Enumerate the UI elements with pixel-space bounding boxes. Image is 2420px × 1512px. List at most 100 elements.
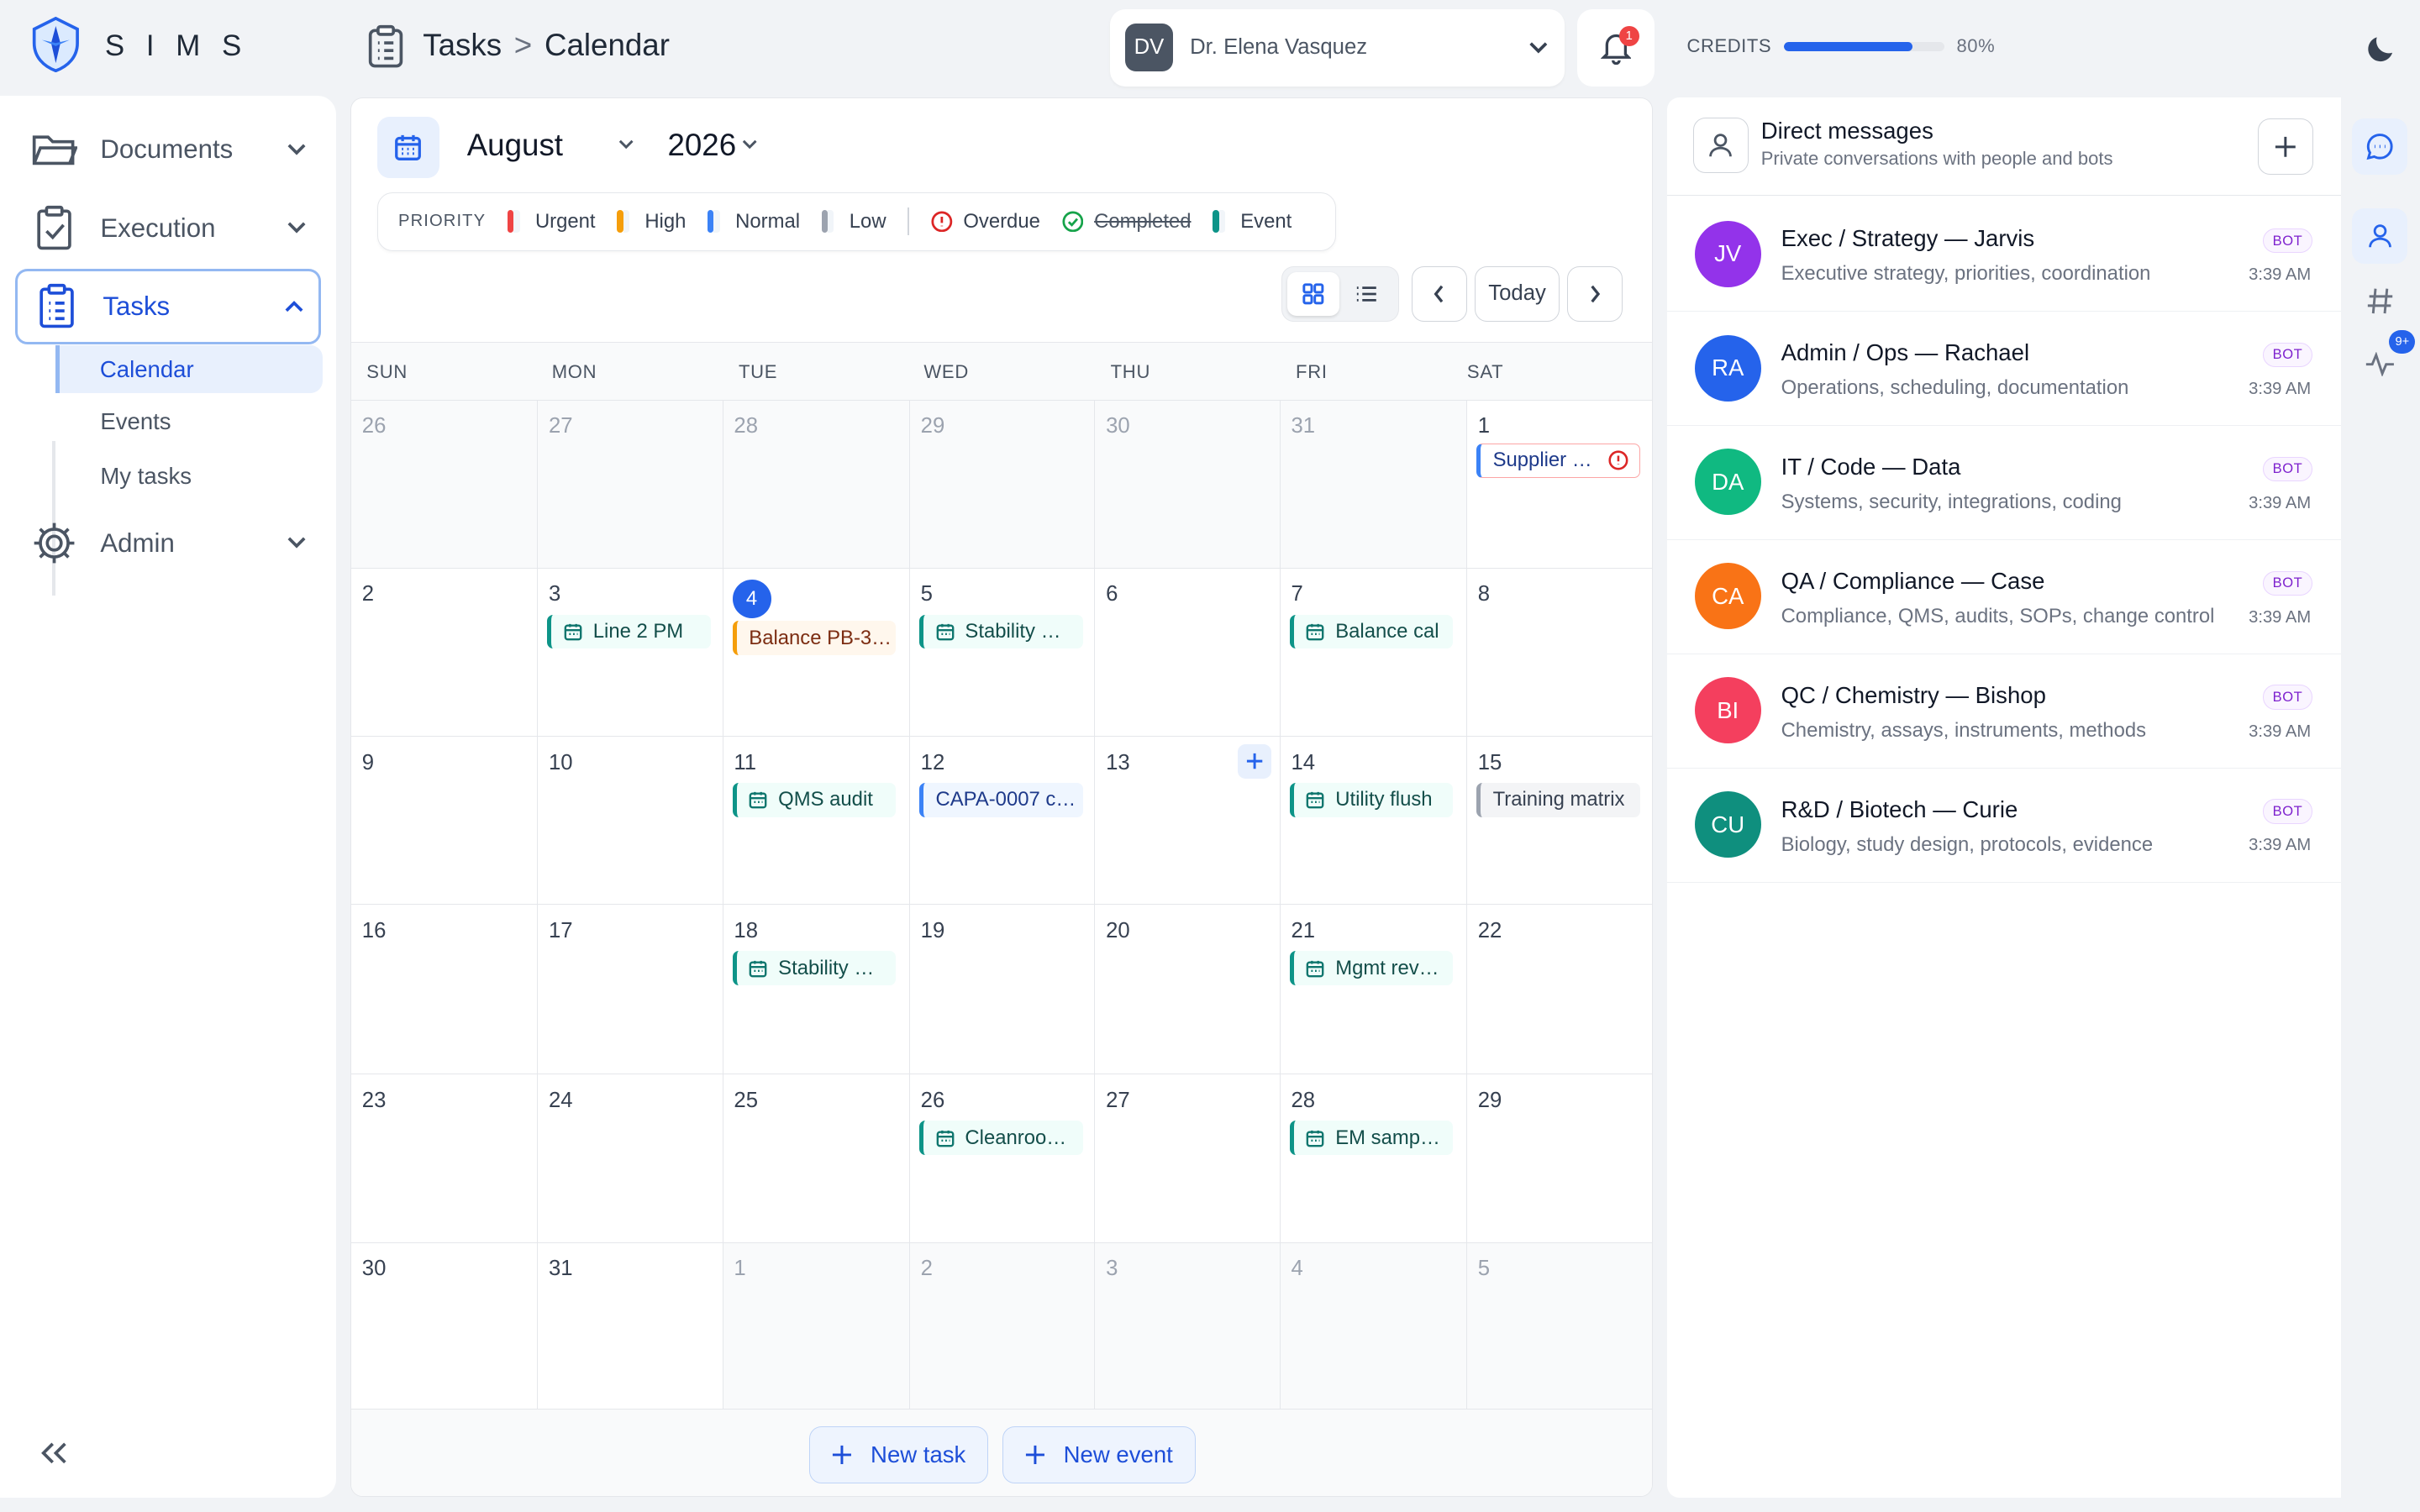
chat-item-data[interactable]: DA IT / Code — Data Systems, security, i…	[1666, 426, 2342, 540]
day-cell[interactable]: 30	[350, 1242, 539, 1410]
day-number: 29	[920, 414, 945, 438]
day-cell[interactable]: 27	[538, 400, 723, 569]
calendar-event[interactable]: Balance cal	[1289, 615, 1454, 649]
day-cell[interactable]: 31	[538, 1242, 723, 1410]
day-cell[interactable]: 2	[909, 1242, 1096, 1410]
rail-chat-button[interactable]	[2352, 118, 2408, 175]
day-cell[interactable]: 1 Supplier …	[1466, 400, 1653, 569]
day-cell[interactable]: 20	[1095, 905, 1281, 1075]
day-cell[interactable]: 3 Line 2 PM	[538, 568, 723, 738]
day-cell[interactable]: 16	[350, 905, 539, 1075]
day-cell[interactable]: 17	[538, 905, 723, 1075]
sidebar-item-label: Execution	[100, 213, 216, 243]
day-cell[interactable]: 29	[1466, 1074, 1653, 1243]
day-cell[interactable]: 31	[1280, 400, 1467, 569]
day-cell[interactable]: 26	[350, 400, 539, 569]
day-cell[interactable]: 10	[538, 737, 723, 906]
new-event-button[interactable]: New event	[1002, 1426, 1196, 1484]
day-cell[interactable]: 4	[1280, 1242, 1467, 1410]
calendar-event[interactable]: Line 2 PM	[547, 615, 711, 649]
month-select[interactable]: August	[467, 128, 634, 163]
day-cell[interactable]: 13	[1095, 737, 1281, 906]
legend-divider	[908, 207, 910, 236]
day-cell[interactable]: 1	[723, 1242, 910, 1410]
day-cell[interactable]: 25	[723, 1074, 910, 1243]
day-cell[interactable]: 18 Stability …	[723, 905, 910, 1075]
moon-icon[interactable]	[2365, 31, 2398, 65]
add-to-day-button[interactable]	[1238, 744, 1272, 779]
breadcrumb-tasks[interactable]: Tasks	[423, 28, 502, 63]
day-cell[interactable]: 22	[1466, 905, 1653, 1075]
day-cell[interactable]: 14 Utility flush	[1280, 737, 1467, 906]
day-cell[interactable]: 27	[1095, 1074, 1281, 1243]
day-cell[interactable]: 4 Balance PB-3…	[723, 568, 910, 738]
day-cell[interactable]: 9	[350, 737, 539, 906]
calendar-footer: New task New event	[350, 1409, 1653, 1496]
chat-name: QA / Compliance — Case	[1781, 567, 2045, 594]
day-cell[interactable]: 3	[1095, 1242, 1281, 1410]
day-cell[interactable]: 11 QMS audit	[723, 737, 910, 906]
clipboard-list-icon	[39, 283, 74, 328]
grid-view-button[interactable]	[1286, 272, 1340, 316]
day-cell[interactable]: 5 Stability …	[909, 568, 1096, 738]
chat-item-case[interactable]: CA QA / Compliance — Case Compliance, QM…	[1666, 540, 2342, 654]
chevron-left-icon	[1434, 285, 1444, 303]
day-cell[interactable]: 8	[1466, 568, 1653, 738]
calendar-event[interactable]: EM samp…	[1289, 1121, 1454, 1155]
calendar-event[interactable]: Supplier …	[1476, 444, 1640, 478]
day-cell[interactable]: 6	[1095, 568, 1281, 738]
new-dm-button[interactable]	[2258, 118, 2314, 175]
day-cell[interactable]: 23	[350, 1074, 539, 1243]
day-cell[interactable]: 7 Balance cal	[1280, 568, 1467, 738]
chat-item-curie[interactable]: CU R&D / Biotech — Curie Biology, study …	[1666, 769, 2342, 883]
new-task-button[interactable]: New task	[809, 1426, 989, 1484]
sidebar-item-execution[interactable]: Execution	[15, 193, 321, 264]
next-month-button[interactable]	[1567, 265, 1623, 323]
day-cell[interactable]: 30	[1095, 400, 1281, 569]
chat-time: 3:39 AM	[2249, 493, 2312, 512]
calendar-event[interactable]: CAPA-0007 c…	[918, 783, 1083, 817]
list-view-button[interactable]	[1339, 272, 1392, 315]
weekday-label: TUE	[738, 360, 778, 382]
prev-month-button[interactable]	[1411, 265, 1467, 323]
rail-channels-button[interactable]	[2352, 273, 2407, 328]
notifications-button[interactable]: 1	[1577, 9, 1655, 87]
calendar-event[interactable]: Stability …	[732, 951, 897, 985]
user-selector[interactable]: DV Dr. Elena Vasquez	[1109, 9, 1565, 87]
day-cell[interactable]: 21 Mgmt rev…	[1280, 905, 1467, 1075]
calendar-event[interactable]: QMS audit	[732, 783, 897, 817]
day-cell[interactable]: 19	[909, 905, 1096, 1075]
day-cell[interactable]: 15 Training matrix	[1466, 737, 1653, 906]
calendar-event[interactable]: Cleanroo…	[918, 1121, 1083, 1155]
sidebar-item-admin[interactable]: Admin	[15, 507, 321, 578]
chevron-up-icon	[285, 301, 303, 312]
collapse-sidebar-icon[interactable]	[40, 1442, 68, 1464]
calendar-event[interactable]: Balance PB-3…	[732, 621, 897, 655]
sidebar-subitem-events[interactable]: Events	[55, 398, 323, 446]
today-button[interactable]: Today	[1475, 265, 1560, 323]
sidebar-subitem-my-tasks[interactable]: My tasks	[55, 452, 323, 500]
chat-item-rachael[interactable]: RA Admin / Ops — Rachael Operations, sch…	[1666, 312, 2342, 426]
day-cell[interactable]: 12 CAPA-0007 c…	[909, 737, 1096, 906]
calendar-icon	[564, 624, 582, 641]
credits-percent: 80%	[1956, 35, 1996, 57]
calendar-event[interactable]: Utility flush	[1289, 783, 1454, 817]
day-cell[interactable]: 5	[1466, 1242, 1653, 1410]
year-select[interactable]: 2026	[667, 128, 758, 163]
sidebar-subitem-calendar[interactable]: Calendar	[55, 345, 323, 394]
day-cell[interactable]: 24	[538, 1074, 723, 1243]
day-cell[interactable]: 28	[723, 400, 910, 569]
calendar-event[interactable]: Training matrix	[1476, 783, 1640, 817]
chat-item-jarvis[interactable]: JV Exec / Strategy — Jarvis Executive st…	[1666, 197, 2342, 312]
chat-item-bishop[interactable]: BI QC / Chemistry — Bishop Chemistry, as…	[1666, 654, 2342, 769]
calendar-event[interactable]: Mgmt rev…	[1289, 951, 1454, 985]
calendar-event[interactable]: Stability …	[918, 615, 1083, 649]
day-cell[interactable]: 28 EM samp…	[1280, 1074, 1467, 1243]
day-cell[interactable]: 26 Cleanroo…	[909, 1074, 1096, 1243]
day-cell[interactable]: 2	[350, 568, 539, 738]
priority-legend: PRIORITY Urgent High Normal Low Overdue …	[377, 192, 1336, 251]
rail-direct-messages-button[interactable]	[2352, 207, 2408, 265]
sidebar-item-documents[interactable]: Documents	[15, 114, 321, 185]
day-cell[interactable]: 29	[909, 400, 1096, 569]
sidebar-item-tasks[interactable]: Tasks	[15, 268, 322, 344]
